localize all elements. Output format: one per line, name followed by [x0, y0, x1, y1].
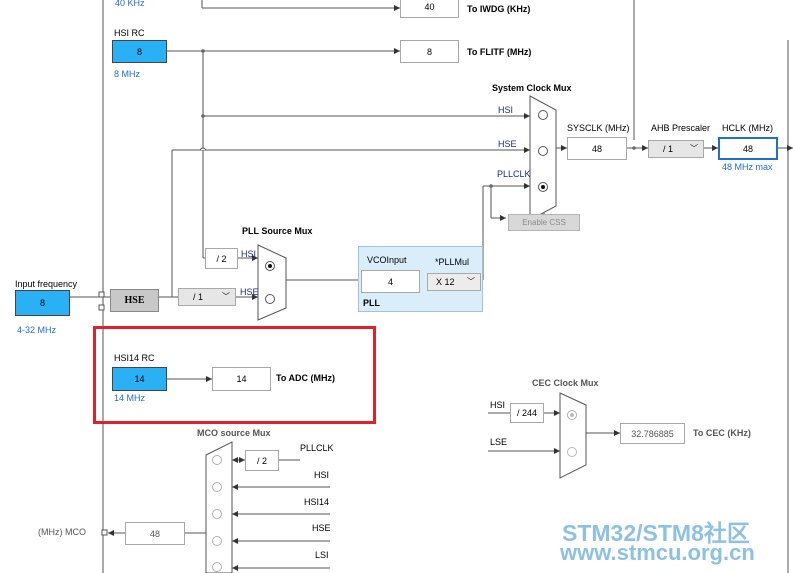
- hclk-value-input[interactable]: 48: [718, 137, 778, 160]
- pll-source-mux-title: PLL Source Mux: [242, 226, 313, 236]
- adc-output-label: To ADC (MHz): [276, 373, 335, 383]
- mco-radio-pllclk[interactable]: [212, 455, 222, 465]
- cec-input-lse: LSE: [490, 437, 508, 447]
- pllmul-select[interactable]: X 12 ﹀: [427, 273, 481, 291]
- hse-prediv-value: / 1: [193, 292, 204, 302]
- ahb-prescaler-value: / 1: [663, 144, 674, 154]
- hsi14-rc-title: HSI14 RC: [114, 353, 155, 363]
- mco-input-hsi14: HSI14: [304, 497, 330, 507]
- chevron-down-icon: ﹀: [467, 277, 475, 286]
- pll-block: VCOInput 4 *PLLMul X 12 ﹀ PLL: [358, 246, 483, 312]
- iwdg-value-box: 40: [400, 0, 459, 18]
- sysclk-label: SYSCLK (MHz): [567, 123, 630, 133]
- sysclk-value-box: 48: [567, 137, 627, 160]
- hsi-rc-freq: 8 MHz: [114, 69, 141, 79]
- mco-output-label: (MHz) MCO: [38, 527, 86, 537]
- input-frequency-value[interactable]: 8: [15, 290, 70, 316]
- mco-radio-hsi14[interactable]: [212, 509, 222, 519]
- iwdg-output-label: To IWDG (KHz): [467, 4, 531, 14]
- hse-prediv-select[interactable]: / 1 ﹀: [178, 288, 236, 306]
- vco-input-label: VCOInput: [367, 255, 407, 265]
- mco-radio-hsi[interactable]: [212, 482, 222, 492]
- enable-css-button[interactable]: Enable CSS: [508, 214, 580, 231]
- hsi-rc-value[interactable]: 8: [112, 40, 167, 63]
- cec-radio-lse[interactable]: [567, 447, 577, 457]
- cec-clock-mux-title: CEC Clock Mux: [532, 378, 599, 388]
- flitf-value-box: 8: [400, 40, 459, 63]
- pll-hsi-divider: / 2: [205, 248, 238, 269]
- watermark-line2: www.stmcu.org.cn: [560, 540, 755, 565]
- pllsrc-input-hse: HSE: [240, 287, 259, 297]
- chevron-down-icon: ﹀: [690, 144, 698, 153]
- input-frequency-label: Input frequency: [15, 279, 78, 289]
- pllmul-label: *PLLMul: [435, 257, 470, 267]
- cec-radio-hsi[interactable]: [567, 410, 577, 420]
- pllsrc-radio-hse[interactable]: [265, 294, 275, 304]
- input-frequency-range: 4-32 MHz: [17, 325, 57, 335]
- mco-input-pllclk: PLLCLK: [300, 443, 334, 453]
- pllsrc-input-hsi: HSI: [241, 249, 257, 259]
- sysmux-radio-hsi[interactable]: [538, 110, 548, 120]
- hclk-label: HCLK (MHz): [722, 123, 773, 133]
- flitf-output-label: To FLITF (MHz): [467, 47, 532, 57]
- lsi-freq-label: 40 KHz: [115, 0, 145, 8]
- sysmux-input-hsi: HSI: [498, 105, 514, 115]
- adc-value-box: 14: [212, 367, 271, 391]
- mco-source-mux-title: MCO source Mux: [197, 428, 271, 438]
- cec-value-box: 32.786885: [620, 423, 685, 444]
- mco-value-box: 48: [125, 522, 185, 545]
- mco-input-lsi: LSI: [315, 550, 329, 560]
- cec-hsi-divider: / 244: [510, 403, 544, 423]
- cec-input-hsi: HSI: [490, 400, 506, 410]
- sysmux-input-pllclk: PLLCLK: [497, 169, 531, 179]
- ahb-prescaler-label: AHB Prescaler: [651, 123, 711, 133]
- hsi14-rc-freq: 14 MHz: [114, 393, 146, 403]
- chevron-down-icon: ﹀: [222, 292, 230, 301]
- sysmux-radio-hse[interactable]: [538, 146, 548, 156]
- pllsrc-radio-hsi[interactable]: [265, 261, 275, 271]
- vco-input-value: 4: [361, 270, 420, 293]
- mco-radio-hse[interactable]: [212, 536, 222, 546]
- sysmux-input-hse: HSE: [498, 139, 517, 149]
- system-clock-mux-title: System Clock Mux: [492, 83, 572, 93]
- hsi-rc-title: HSI RC: [114, 28, 145, 38]
- mco-radio-lsi[interactable]: [212, 562, 222, 572]
- hclk-max-label: 48 MHz max: [722, 162, 773, 172]
- mco-input-hsi: HSI: [314, 470, 330, 480]
- sysmux-radio-pllclk[interactable]: [538, 182, 548, 192]
- mco-pll-divider: / 2: [245, 450, 279, 471]
- cec-output-label: To CEC (KHz): [693, 428, 751, 438]
- ahb-prescaler-select[interactable]: / 1 ﹀: [648, 140, 704, 158]
- hse-oscillator: HSE: [110, 289, 159, 312]
- hsi14-rc-value[interactable]: 14: [112, 367, 167, 391]
- mco-input-hse: HSE: [312, 523, 331, 533]
- pllmul-value: X 12: [436, 277, 455, 287]
- pll-label: PLL: [363, 298, 380, 308]
